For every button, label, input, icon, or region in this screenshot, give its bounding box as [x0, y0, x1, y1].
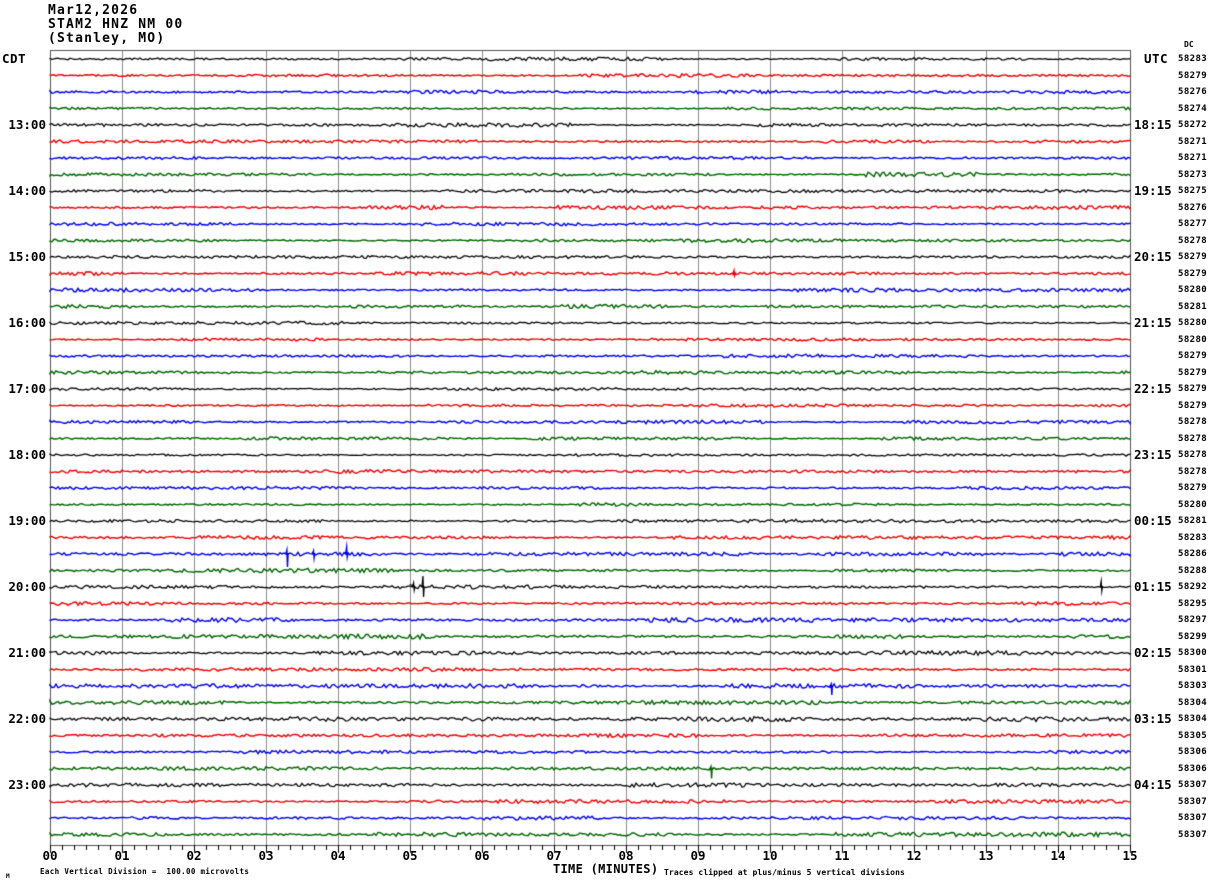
dc-value: 58271 [1178, 153, 1208, 163]
dc-value: 58283 [1178, 54, 1208, 64]
x-axis-tick-label: 15 [1122, 848, 1138, 863]
dc-value: 58281 [1178, 301, 1208, 312]
dc-value: 58301 [1178, 664, 1208, 675]
dc-value: 58288 [1178, 565, 1208, 576]
title-station: STAM2 HNZ NM 00 [48, 17, 184, 32]
dc-value: 58271 [1178, 136, 1208, 147]
dc-value: 58279 [1178, 400, 1208, 411]
dc-value: 58278 [1178, 433, 1208, 444]
left-hour-label: 21:00 [8, 645, 46, 660]
dc-value: 58303 [1178, 681, 1208, 691]
dc-value: 58307 [1178, 796, 1208, 807]
left-hour-label: 14:00 [8, 183, 46, 198]
x-axis-tick-label: 02 [186, 848, 202, 863]
x-axis-tick-label: 11 [834, 848, 850, 863]
left-hour-label: 17:00 [8, 381, 46, 396]
dc-value: 58278 [1178, 450, 1208, 460]
dc-value: 58279 [1178, 384, 1208, 394]
dc-value: 58279 [1178, 483, 1208, 493]
left-hour-label: 23:00 [8, 777, 46, 792]
dc-column-header: DC [1184, 40, 1194, 49]
dc-value: 58306 [1178, 763, 1208, 774]
left-hour-label: 16:00 [8, 315, 46, 330]
helicorder-page: Mar12,2026 STAM2 HNZ NM 00 (Stanley, MO)… [0, 0, 1210, 886]
x-axis-title: TIME (MINUTES) [553, 862, 659, 876]
left-hour-label: 19:00 [8, 513, 46, 528]
dc-value: 58307 [1178, 813, 1208, 823]
dc-value: 58305 [1178, 730, 1208, 741]
dc-value: 58280 [1178, 285, 1208, 295]
right-hour-label: 21:15 [1134, 315, 1172, 330]
dc-value: 58279 [1178, 70, 1208, 81]
x-axis-tick-label: 07 [546, 848, 562, 863]
right-hour-label: 23:15 [1134, 447, 1172, 462]
x-axis-tick-label: 08 [618, 848, 634, 863]
x-axis-tick-label: 04 [330, 848, 346, 863]
dc-value: 58279 [1178, 367, 1208, 378]
title-date: Mar12,2026 [48, 3, 139, 18]
dc-value: 58299 [1178, 631, 1208, 642]
dc-value: 58276 [1178, 87, 1208, 97]
dc-value: 58274 [1178, 103, 1208, 114]
dc-value: 58307 [1178, 829, 1208, 840]
dc-value: 58279 [1178, 252, 1208, 262]
dc-value: 58279 [1178, 351, 1208, 361]
corner-watermark: M [6, 873, 10, 880]
x-axis-tick-label: 13 [978, 848, 994, 863]
dc-value: 58304 [1178, 697, 1208, 708]
dc-value: 58277 [1178, 219, 1208, 229]
dc-value: 58280 [1178, 334, 1208, 345]
x-axis-tick-label: 09 [690, 848, 706, 863]
dc-value: 58278 [1178, 235, 1208, 246]
clipping-note: Traces clipped at plus/minus 5 vertical … [664, 868, 905, 877]
x-axis-tick-label: 14 [1050, 848, 1066, 863]
dc-value: 58276 [1178, 202, 1208, 213]
dc-value: 58281 [1178, 516, 1208, 526]
dc-value: 58280 [1178, 499, 1208, 510]
right-hour-label: 00:15 [1134, 513, 1172, 528]
right-hour-label: 20:15 [1134, 249, 1172, 264]
right-hour-label: 01:15 [1134, 579, 1172, 594]
dc-value: 58286 [1178, 549, 1208, 559]
left-hour-label: 13:00 [8, 117, 46, 132]
left-timezone-label: CDT [2, 51, 27, 66]
dc-value: 58272 [1178, 120, 1208, 130]
x-axis-tick-label: 12 [906, 848, 922, 863]
dc-value: 58300 [1178, 648, 1208, 658]
vertical-division-note: Each Vertical Division = 100.00 microvol… [40, 867, 250, 876]
dc-value: 58279 [1178, 268, 1208, 279]
left-hour-label: 18:00 [8, 447, 46, 462]
dc-value: 58275 [1178, 186, 1208, 196]
right-hour-label: 03:15 [1134, 711, 1172, 726]
dc-value: 58307 [1178, 780, 1208, 790]
dc-value: 58295 [1178, 598, 1208, 609]
dc-value: 58278 [1178, 417, 1208, 427]
right-timezone-label: UTC [1144, 51, 1169, 66]
dc-value: 58292 [1178, 582, 1208, 592]
title-location: (Stanley, MO) [48, 31, 166, 46]
x-axis-tick-label: 06 [474, 848, 490, 863]
x-axis-tick-label: 01 [114, 848, 130, 863]
right-hour-label: 04:15 [1134, 777, 1172, 792]
dc-value: 58304 [1178, 714, 1208, 724]
dc-value: 58297 [1178, 615, 1208, 625]
x-axis-tick-label: 10 [762, 848, 778, 863]
right-hour-label: 22:15 [1134, 381, 1172, 396]
left-hour-label: 22:00 [8, 711, 46, 726]
right-hour-label: 02:15 [1134, 645, 1172, 660]
dc-value: 58306 [1178, 747, 1208, 757]
dc-value: 58283 [1178, 532, 1208, 543]
dc-value: 58273 [1178, 169, 1208, 180]
dc-value: 58278 [1178, 466, 1208, 477]
x-axis-tick-label: 05 [402, 848, 418, 863]
right-hour-label: 19:15 [1134, 183, 1172, 198]
left-hour-label: 20:00 [8, 579, 46, 594]
dc-value: 58280 [1178, 318, 1208, 328]
seismogram-plot-canvas [0, 0, 1210, 886]
x-axis-tick-label: 00 [42, 848, 58, 863]
x-axis-tick-label: 03 [258, 848, 274, 863]
left-hour-label: 15:00 [8, 249, 46, 264]
right-hour-label: 18:15 [1134, 117, 1172, 132]
